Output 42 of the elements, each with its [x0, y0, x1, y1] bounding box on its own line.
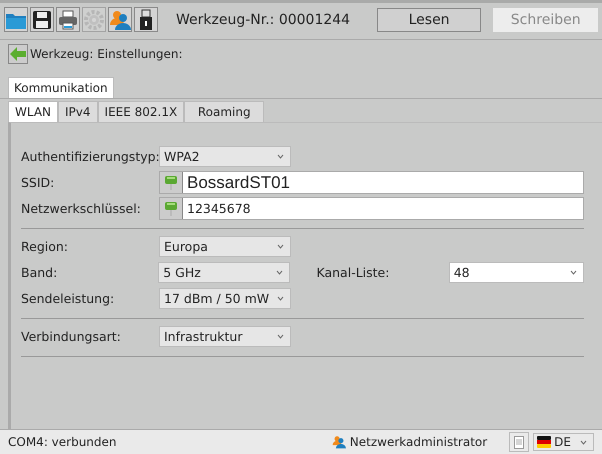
back-arrow-icon[interactable] [8, 44, 28, 64]
document-icon[interactable] [509, 432, 530, 452]
caret-icon [277, 154, 284, 159]
field-label: Netzwerkschlüssel: [21, 201, 142, 216]
save-icon[interactable] [30, 7, 54, 32]
field-label: Region: [21, 239, 70, 254]
dropdown[interactable]: Europa [159, 236, 291, 257]
field-label: Verbindungsart: [21, 329, 122, 344]
tab[interactable]: IEEE 802.1X [98, 101, 184, 122]
connection-status: COM4: verbunden [8, 435, 118, 449]
tab[interactable]: WLAN [8, 101, 58, 122]
caret-icon [277, 334, 284, 339]
dropdown[interactable]: 17 dBm / 50 mW [159, 288, 291, 309]
user-icon [332, 435, 346, 449]
tab[interactable]: Roaming [184, 101, 264, 122]
user-role: Netzwerkadministrator [350, 435, 488, 449]
read-button[interactable]: Lesen [376, 8, 482, 32]
caret-icon [580, 440, 587, 444]
language-dropdown[interactable]: DE [533, 433, 594, 451]
tool-number: Werkzeug-Nr.: 00001244 [176, 12, 352, 28]
key-icon[interactable] [160, 198, 183, 219]
print-icon[interactable] [56, 7, 80, 32]
flag-icon [537, 436, 552, 448]
key-icon[interactable] [160, 172, 183, 193]
caret-icon [570, 270, 577, 275]
field-label: Authentifizierungstyp: [21, 149, 159, 164]
caret-icon [277, 244, 284, 249]
field-label: Sendeleistung: [21, 291, 116, 306]
field-label: Band: [21, 265, 58, 280]
tab[interactable]: IPv4 [58, 101, 98, 122]
field-label: SSID: [21, 175, 56, 190]
input-field[interactable]: 12345678 [159, 197, 584, 220]
caret-icon [276, 270, 282, 275]
caret-icon [277, 296, 284, 301]
dropdown[interactable]: 5 GHz [158, 262, 290, 283]
tab[interactable]: Kommunikation [8, 77, 114, 98]
dropdown[interactable]: WPA2 [159, 146, 291, 167]
breadcrumb: Werkzeug: Einstellungen: [30, 46, 183, 60]
dropdown[interactable]: 48 [448, 262, 584, 283]
field-label: Kanal-Liste: [316, 265, 390, 280]
input-field[interactable]: BossardST01 [159, 171, 584, 194]
dropdown[interactable]: Infrastruktur [159, 326, 291, 347]
